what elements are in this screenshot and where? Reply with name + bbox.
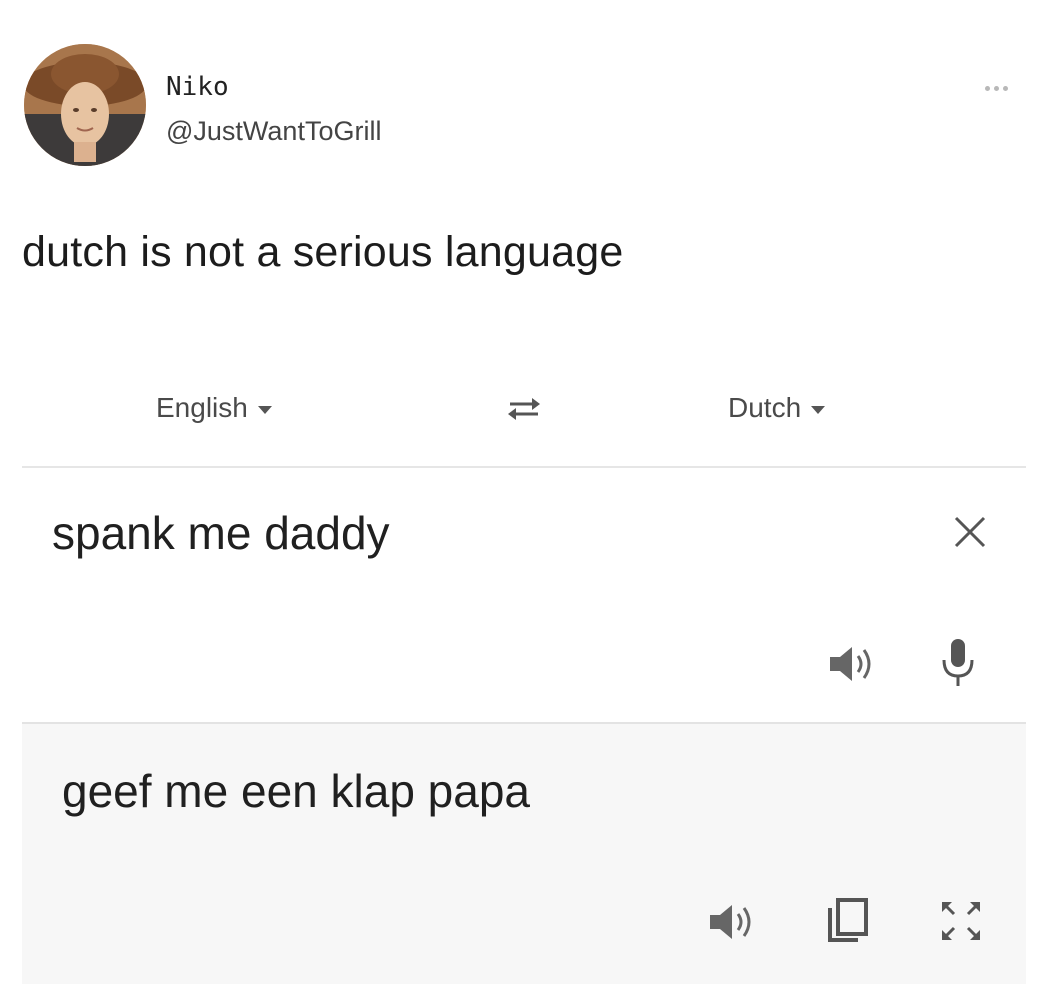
chevron-down-icon xyxy=(257,406,272,414)
translated-text: geef me een klap papa xyxy=(62,765,531,817)
speaker-icon[interactable] xyxy=(826,642,878,686)
copy-icon[interactable] xyxy=(822,894,874,946)
chevron-down-icon xyxy=(811,406,826,414)
source-panel: spank me daddy xyxy=(22,468,1026,724)
translation-output-panel: geef me een klap papa xyxy=(22,724,1026,984)
more-horizontal-icon[interactable] xyxy=(976,82,1016,94)
author-handle[interactable]: @JustWantToGrill xyxy=(166,116,381,147)
source-language-label: English xyxy=(156,392,248,423)
target-language-select[interactable]: Dutch xyxy=(728,392,826,424)
source-text-input[interactable]: spank me daddy xyxy=(52,506,390,560)
avatar[interactable] xyxy=(24,44,146,166)
close-icon[interactable] xyxy=(950,512,990,552)
speaker-icon[interactable] xyxy=(706,900,758,944)
tweet-header: Niko @JustWantToGrill xyxy=(0,0,1038,200)
fullscreen-icon[interactable] xyxy=(936,896,986,946)
author-name[interactable]: Niko xyxy=(166,72,229,102)
source-language-select[interactable]: English xyxy=(156,392,272,424)
microphone-icon[interactable] xyxy=(938,636,978,690)
swap-arrows-icon[interactable] xyxy=(498,390,546,430)
tweet-text: dutch is not a serious language xyxy=(22,228,624,276)
target-language-label: Dutch xyxy=(728,392,802,423)
language-bar: English Dutch xyxy=(22,366,1026,468)
